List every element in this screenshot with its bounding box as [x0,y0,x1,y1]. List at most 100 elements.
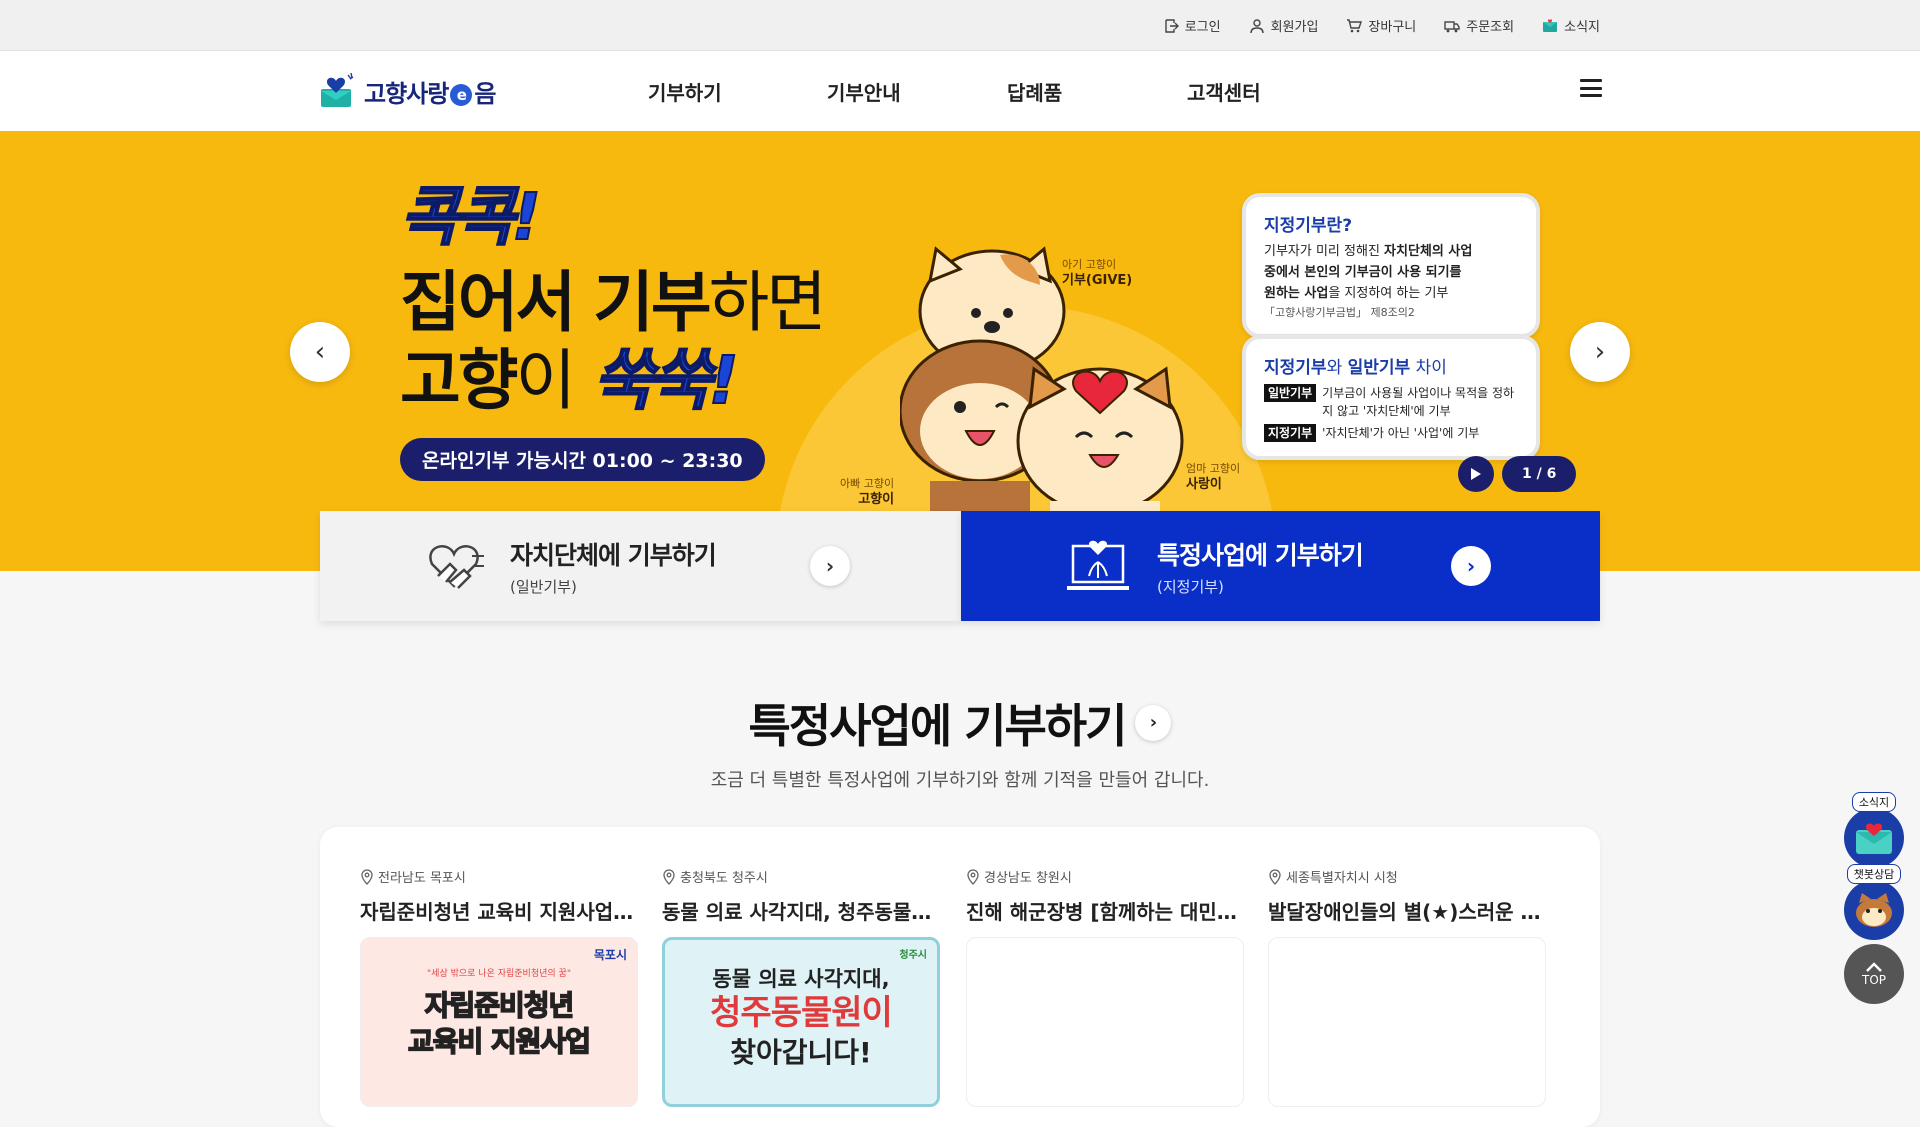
info2-row-designated: 지정기부 '자치단체'가 아닌 '사업'에 기부 [1264,424,1518,442]
general-donation-sub: (일반기부) [510,577,577,596]
main-header: 고향사랑 e 음 기부하기 기부안내 답례품 고객센터 [0,51,1920,131]
play-icon [1471,468,1481,480]
project-card[interactable]: 전라남도 목포시 자립준비청년 교육비 지원사업(… 목포시 "세상 밖으로 나… [360,867,638,1107]
hero-tag: 콕콕! [399,181,542,255]
chevron-left-icon: ‹ [314,337,326,367]
envelope-heart-icon [1856,823,1892,854]
mascot-chatbot-icon [1856,893,1892,927]
project-card-list: 전라남도 목포시 자립준비청년 교육비 지원사업(… 목포시 "세상 밖으로 나… [320,827,1600,1127]
chevron-right-icon: › [1594,337,1606,367]
site-logo[interactable]: 고향사랑 e 음 [318,73,496,109]
orders-label: 주문조회 [1466,20,1515,35]
card-title: 발달장애인들의 별(★)스러운 … [1268,900,1541,924]
newsletter-float-button[interactable] [1844,808,1904,868]
info2-row-general: 일반기부 기부금이 사용될 사업이나 목적을 정하지 않고 '자치단체'에 기부 [1264,384,1518,420]
slider-controls: 1 / 6 [1458,456,1577,492]
hero-prev-button[interactable]: ‹ [290,322,350,382]
designated-donation-title: 특정사업에 기부하기 [1157,540,1364,570]
hero-headline-2: 고향이 쑥쑥! [400,341,740,420]
card-location: 충청북도 청주시 [662,867,940,886]
location-pin-icon [361,868,373,885]
login-label: 로그인 [1184,20,1221,35]
play-button[interactable] [1458,456,1494,492]
card-thumbnail: 청주시 동물 의료 사각지대, 청주동물원이 찾아갑니다! [662,937,940,1107]
donation-difference-info: 지정기부와 일반기부 차이 일반기부 기부금이 사용될 사업이나 목적을 정하지 … [1242,335,1540,460]
dad-mascot-label: 아빠 고향이 고향이 [840,477,895,508]
general-donation-button[interactable]: 자치단체에 기부하기 (일반기부) › [320,511,961,621]
location-pin-icon [967,868,979,885]
utility-bar: 로그인 회원가입 장바구니 주문조회 소식지 [0,0,1920,51]
heart-mail-logo-icon [321,73,354,107]
signup-label: 회원가입 [1270,20,1319,35]
newsletter-bubble: 소식지 [1851,792,1897,812]
chevron-up-icon [1866,962,1882,972]
hero-headline-1: 집어서 기부하면 [400,264,827,341]
designated-donation-info: 지정기부란? 기부자가 미리 정해진 자치단체의 사업 중에서 본인의 기부금이 … [1242,193,1540,339]
card-location: 경상남도 창원시 [966,867,1244,886]
thumb-quote: "세상 밖으로 나온 자립준비청년의 꿈" [427,969,571,979]
general-donation-title: 자치단체에 기부하기 [510,540,717,570]
nav-donate[interactable]: 기부하기 [648,51,722,131]
truck-icon [1444,20,1460,32]
signup-link[interactable]: 회원가입 [1249,16,1319,35]
designated-donation-sub: (지정기부) [1157,577,1224,596]
card-thumbnail: 목포시 "세상 밖으로 나온 자립준비청년의 꿈" 자립준비청년 교육비 지원사업 [360,937,638,1107]
card-title: 진해 해군장병 [함께하는 대민… [966,900,1237,924]
laptop-heart-icon [1067,540,1129,590]
card-location: 세종특별자치시 시청 [1268,867,1546,886]
top-label: TOP [1861,973,1886,987]
thumb-headline: 자립준비청년 교육비 지원사업 [407,988,592,1059]
card-title: 자립준비청년 교육비 지원사업(… [360,900,638,924]
project-card[interactable]: 충청북도 청주시 동물 의료 사각지대, 청주동물… 청주시 동물 의료 사각지… [662,867,940,1107]
card-location: 전라남도 목포시 [360,867,638,886]
chevron-right-icon: › [1451,546,1491,586]
chatbot-bubble: 챗봇상담 [1846,864,1902,884]
user-icon [1249,18,1264,33]
location-pin-icon [663,868,675,885]
location-pin-icon [1269,868,1281,885]
hero-copy: 콕콕! 집어서 기부하면 고향이 쑥쑥! 온라인기부 가능시간 01:00 ~ … [399,181,827,481]
project-card[interactable]: 경상남도 창원시 진해 해군장병 [함께하는 대민… [966,867,1244,1107]
mom-mascot-label: 엄마 고향이 사랑이 [1186,462,1241,493]
logo-text: 고향사랑 e 음 [364,79,496,108]
utility-links: 로그인 회원가입 장바구니 주문조회 소식지 [1163,0,1600,51]
logo-e-mark: e [450,83,473,106]
card-title: 동물 의료 사각지대, 청주동물… [662,900,932,924]
info1-reference: 「고향사랑기부금법」 제8조의2 [1264,306,1415,320]
card-thumbnail [1268,937,1546,1107]
floating-chatbot[interactable]: 챗봇상담 [1844,864,1904,940]
info1-text: 기부자가 미리 정해진 자치단체의 사업 중에서 본인의 기부금이 사용 되기를 원… [1264,244,1473,301]
nav-gifts[interactable]: 답례품 [1007,51,1062,131]
section-subtitle: 조금 더 특별한 특정사업에 기부하기와 함께 기적을 만들어 갑니다. [710,770,1210,791]
heart-hands-icon [429,545,484,589]
slide-counter: 1 / 6 [1502,456,1577,492]
news-label: 소식지 [1564,20,1600,35]
orders-link[interactable]: 주문조회 [1444,16,1514,35]
section-title: 특정사업에 기부하기 [748,699,1128,753]
info2-title: 지정기부와 일반기부 차이 [1264,358,1447,378]
card-thumbnail [966,937,1244,1107]
baby-mascot-label: 아기 고향이 기부(GIVE) [1062,258,1133,289]
nav-donation-guide[interactable]: 기부안내 [827,51,901,131]
chatbot-float-button[interactable] [1844,880,1904,940]
scroll-top-button[interactable]: TOP [1844,944,1904,1004]
cart-icon [1347,18,1363,32]
hamburger-menu-icon[interactable] [1580,79,1602,97]
chevron-right-icon: › [810,546,850,586]
project-card[interactable]: 세종특별자치시 시청 발달장애인들의 별(★)스러운 … [1268,867,1546,1107]
newsletter-icon [1543,18,1558,32]
floating-newsletter[interactable]: 소식지 [1844,792,1904,868]
online-hours-pill: 온라인기부 가능시간 01:00 ~ 23:30 [400,437,765,481]
thumb-headline: 동물 의료 사각지대, 청주동물원이 찾아갑니다! [710,967,893,1069]
section-header: 특정사업에 기부하기 › [0,690,1920,756]
hero-next-button[interactable]: › [1570,322,1630,382]
designated-donation-button[interactable]: 특정사업에 기부하기 (지정기부) › [961,511,1600,621]
section-more-button[interactable]: › [1135,705,1172,741]
news-link[interactable]: 소식지 [1542,16,1600,35]
thumb-brand: 청주시 [899,950,927,961]
nav-customer-center[interactable]: 고객센터 [1187,51,1261,131]
cart-label: 장바구니 [1368,20,1417,35]
cart-link[interactable]: 장바구니 [1346,16,1416,35]
info1-title: 지정기부란? [1264,216,1353,236]
login-link[interactable]: 로그인 [1163,16,1221,35]
